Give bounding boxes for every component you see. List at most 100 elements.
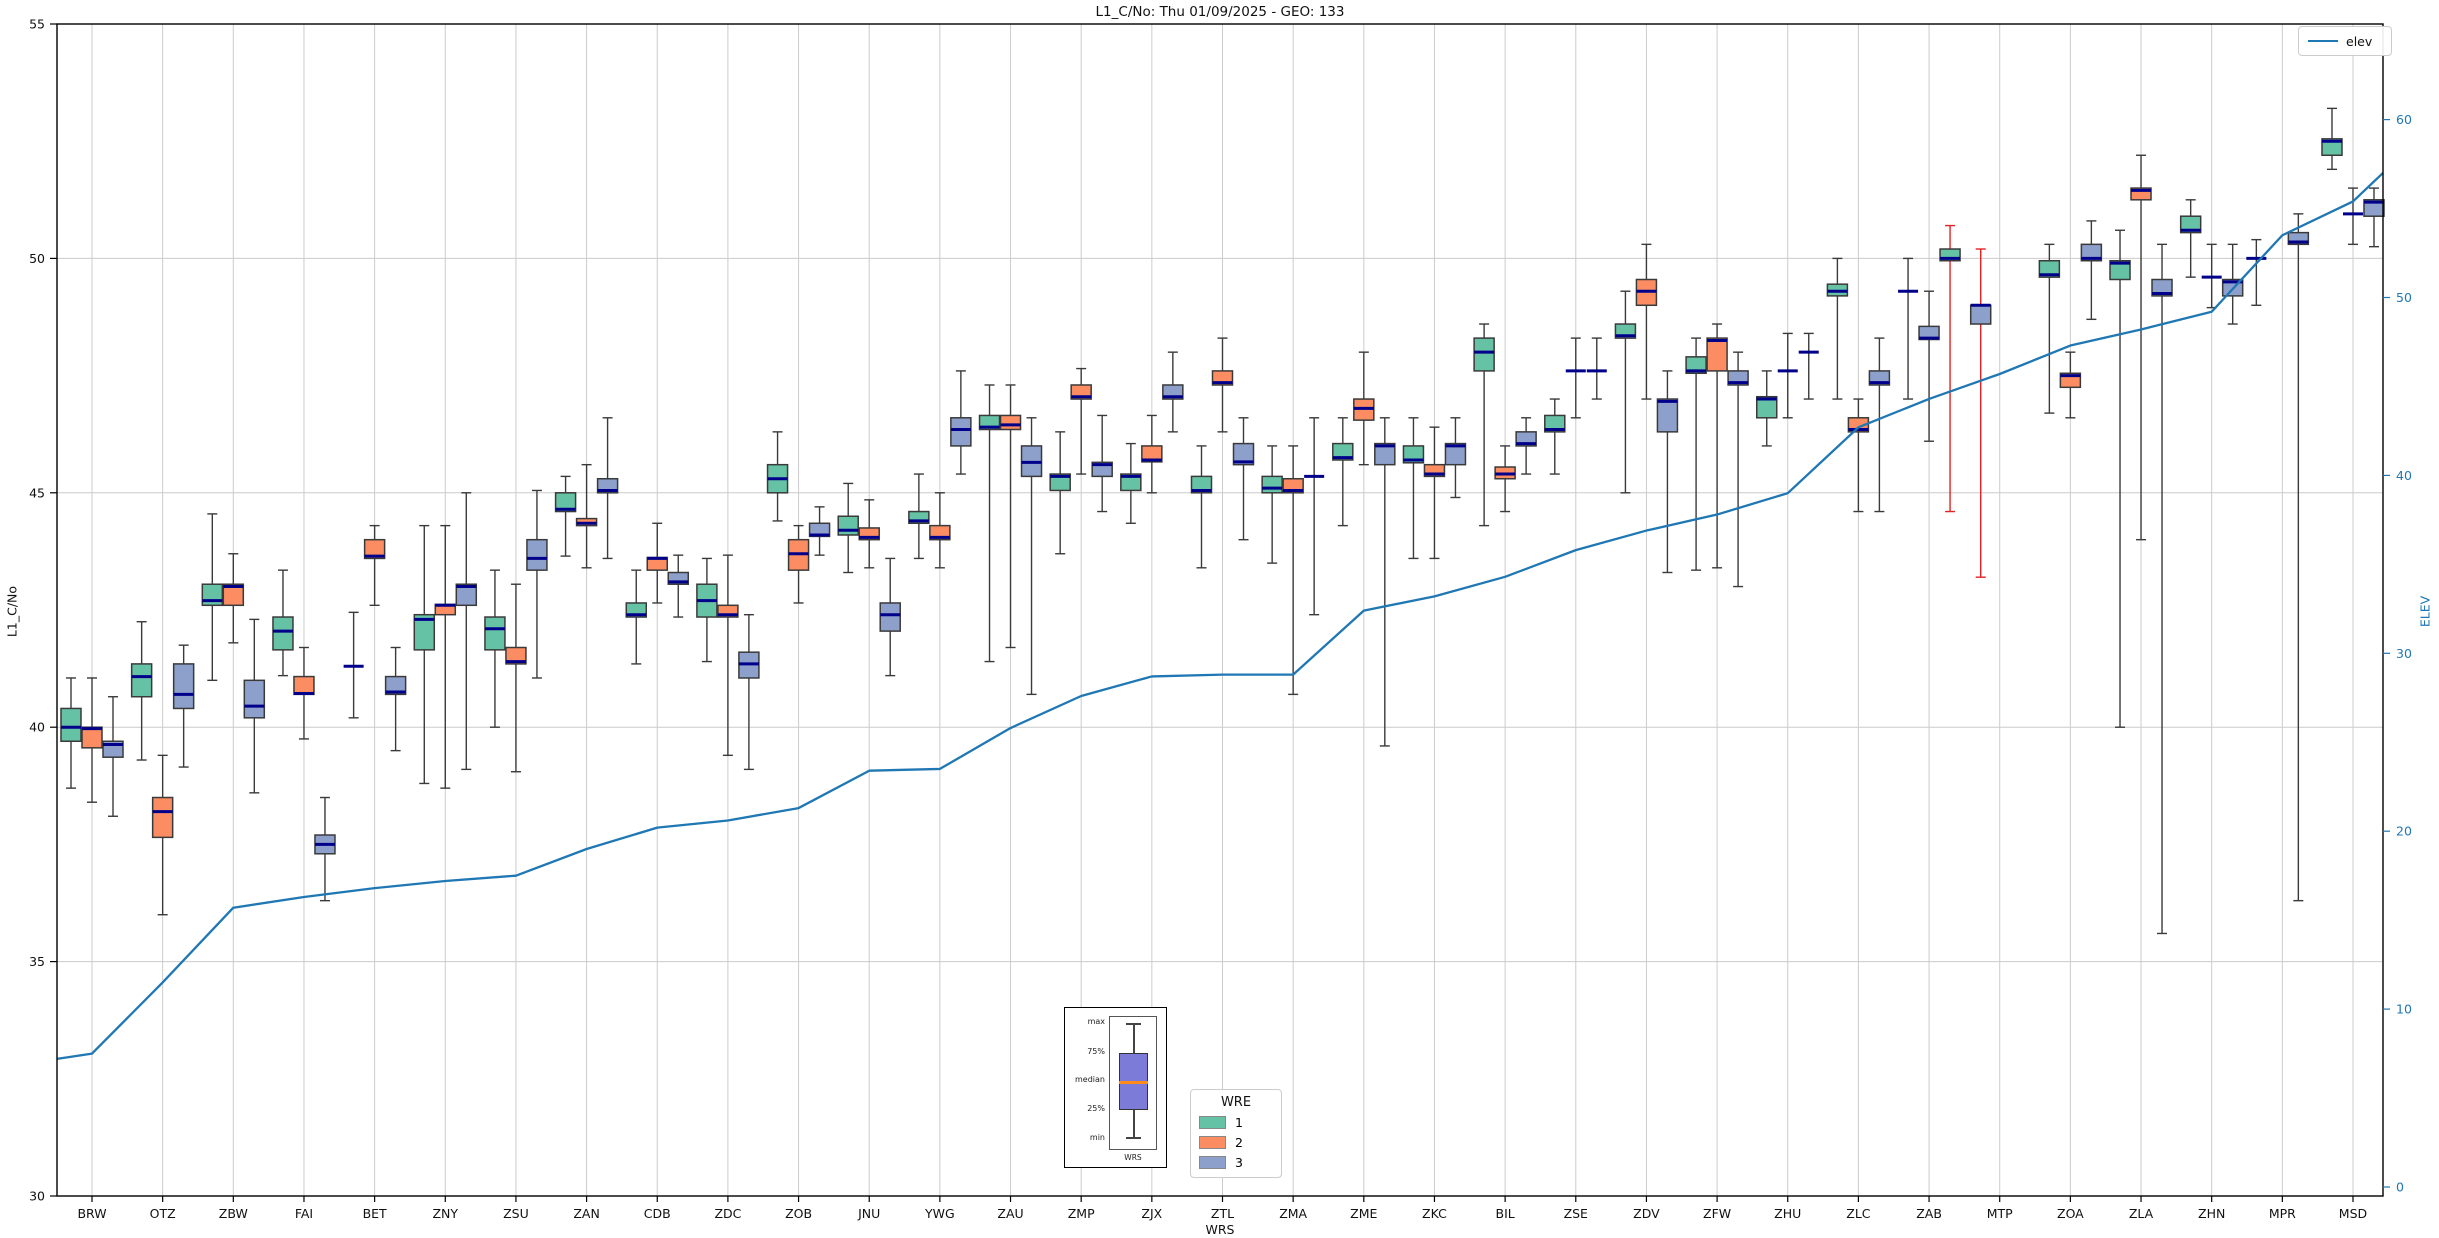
boxplot-ZTL-wre1 bbox=[1190, 445, 1213, 569]
boxplot-FAI-wre2 bbox=[293, 646, 315, 740]
x-tick-ZLC: ZLC bbox=[1846, 1206, 1871, 1221]
x-tick-ZAN: ZAN bbox=[573, 1206, 599, 1221]
x-tick-ZAB: ZAB bbox=[1916, 1206, 1942, 1221]
boxplot-ZMP-wre2 bbox=[1070, 367, 1092, 475]
x-tick-ZOB: ZOB bbox=[785, 1206, 812, 1221]
wre-3-swatch bbox=[1199, 1156, 1226, 1169]
boxplot-ZMA-wre3 bbox=[1304, 417, 1325, 616]
x-tick-ZJX: ZJX bbox=[1141, 1206, 1162, 1221]
elev-line-icon bbox=[2308, 40, 2338, 42]
inset-axes bbox=[1109, 1016, 1157, 1150]
boxplot-ZAU-wre3 bbox=[1020, 417, 1043, 696]
boxplot-ZNY-wre2 bbox=[434, 524, 457, 789]
boxplot-CDB-wre3 bbox=[667, 554, 689, 618]
wre-3-label: 3 bbox=[1235, 1155, 1243, 1170]
inset-label-25: 25% bbox=[1087, 1104, 1105, 1113]
boxplot-MSD-wre1 bbox=[2321, 107, 2343, 171]
plot-border bbox=[56, 23, 2384, 1197]
boxplot-ZDC-wre1 bbox=[696, 557, 718, 663]
boxplot-ZSU-wre1 bbox=[484, 569, 506, 728]
y-axis-right-ticks: 0 10 20 30 40 50 60 bbox=[2383, 112, 2412, 1195]
x-tick-MSD: MSD bbox=[2339, 1206, 2367, 1221]
boxplot-YWG-wre3 bbox=[950, 370, 972, 475]
wre-2-label: 2 bbox=[1235, 1135, 1243, 1150]
x-tick-ZHU: ZHU bbox=[1774, 1206, 1801, 1221]
boxplot-MTP-wre3 bbox=[1969, 248, 1992, 578]
boxplot-ZFW-wre2 bbox=[1706, 323, 1728, 569]
legend-elev-label: elev bbox=[2346, 33, 2373, 49]
boxplot-ZDV-wre3 bbox=[1656, 370, 1679, 574]
legend-wre-item-3: 3 bbox=[1199, 1155, 1273, 1170]
x-tick-ZMP: ZMP bbox=[1068, 1206, 1095, 1221]
boxplot-ZAB-wre3 bbox=[1918, 290, 1940, 442]
boxplot-BIL-wre2 bbox=[1494, 445, 1516, 513]
boxplot-ZAN-wre2 bbox=[575, 463, 598, 569]
inset-median-line bbox=[1119, 1081, 1148, 1084]
svg-text:30: 30 bbox=[2396, 646, 2412, 661]
boxplot-ZHN-wre2 bbox=[2201, 243, 2222, 309]
x-tick-ZAU: ZAU bbox=[997, 1206, 1023, 1221]
x-tick-FAI: FAI bbox=[295, 1206, 313, 1221]
y-axis-label-left: L1_C/No bbox=[4, 585, 20, 638]
svg-text:20: 20 bbox=[2396, 824, 2412, 839]
x-tick-ZLA: ZLA bbox=[2129, 1206, 2154, 1221]
svg-text:35: 35 bbox=[29, 954, 45, 969]
y-axis-left-ticks: 30 35 40 45 50 55 bbox=[29, 17, 57, 1204]
boxplot-ZTL-wre3 bbox=[1232, 417, 1255, 541]
boxplot-ZMA-wre2 bbox=[1282, 445, 1304, 696]
x-tick-ZNY: ZNY bbox=[432, 1206, 458, 1221]
boxplot-ZAN-wre3 bbox=[596, 417, 619, 560]
boxplot-MSD-wre2 bbox=[2342, 187, 2363, 246]
boxplot-ZJX-wre1 bbox=[1120, 442, 1142, 524]
boxplot-YWG-wre2 bbox=[929, 492, 951, 569]
legend-wre: WRE 1 2 3 bbox=[1190, 1089, 1282, 1178]
x-tick-ZDC: ZDC bbox=[714, 1206, 741, 1221]
boxplot-ZLA-wre3 bbox=[2151, 243, 2173, 935]
wre-1-label: 1 bbox=[1235, 1115, 1243, 1130]
boxplot-ZBW-wre2 bbox=[222, 553, 245, 644]
svg-text:55: 55 bbox=[29, 17, 45, 32]
boxplot-OTZ-wre1 bbox=[130, 621, 153, 761]
svg-text:50: 50 bbox=[29, 251, 45, 266]
inset-label-min: min bbox=[1089, 1133, 1105, 1142]
boxplot-ZDC-wre3 bbox=[738, 613, 760, 771]
boxplot-MPR-wre3 bbox=[2287, 213, 2310, 902]
chart-container: 30 35 40 45 50 55 0 10 20 30 40 50 60 BRW OTZ ZBW FAI BET… bbox=[0, 0, 2439, 1238]
boxplot-MSD-wre3 bbox=[2363, 187, 2385, 248]
boxplot-ZDV-wre1 bbox=[1614, 290, 1637, 494]
boxplot-FAI-wre1 bbox=[272, 569, 294, 677]
svg-text:50: 50 bbox=[2396, 290, 2412, 305]
svg-text:40: 40 bbox=[2396, 468, 2412, 483]
boxplot-ZFW-wre1 bbox=[1685, 337, 1707, 571]
x-tick-BRW: BRW bbox=[77, 1206, 106, 1221]
boxplot-ZHN-wre3 bbox=[2221, 243, 2244, 325]
legend-wre-items: 1 2 3 bbox=[1199, 1115, 1273, 1170]
boxplot-ZAN-wre1 bbox=[554, 475, 577, 557]
boxplot-BET-wre2 bbox=[363, 524, 386, 607]
boxplot-BIL-wre3 bbox=[1515, 417, 1537, 475]
boxplot-BIL-wre1 bbox=[1473, 323, 1495, 527]
x-tick-JNU: JNU bbox=[857, 1206, 880, 1221]
boxplot-ZSE-wre3 bbox=[1586, 337, 1607, 400]
x-tick-ZSE: ZSE bbox=[1564, 1206, 1588, 1221]
svg-text:45: 45 bbox=[29, 485, 45, 500]
boxplot-JNU-wre3 bbox=[879, 557, 901, 677]
boxplot-chart: 30 35 40 45 50 55 0 10 20 30 40 50 60 BRW OTZ ZBW FAI BET… bbox=[29, 17, 2412, 1222]
boxplot-ZME-wre2 bbox=[1353, 351, 1375, 466]
boxplot-ZKC-wre3 bbox=[1444, 417, 1467, 499]
x-tick-ZKC: ZKC bbox=[1422, 1206, 1447, 1221]
elev-line bbox=[56, 172, 2384, 1061]
boxplot-ZNY-wre1 bbox=[413, 524, 436, 785]
boxplot-ZME-wre1 bbox=[1332, 417, 1354, 527]
x-tick-ZTL: ZTL bbox=[1211, 1206, 1234, 1221]
svg-text:10: 10 bbox=[2396, 1002, 2412, 1017]
boxplot-FAI-wre3 bbox=[314, 796, 336, 902]
boxplot-ZMA-wre1 bbox=[1261, 445, 1283, 564]
boxplot-BRW-wre2 bbox=[81, 677, 103, 803]
boxplot-ZDC-wre2 bbox=[717, 554, 739, 757]
x-tick-CDB: CDB bbox=[644, 1206, 671, 1221]
boxplot-JNU-wre1 bbox=[837, 482, 859, 574]
boxplot-ZHU-wre2 bbox=[1777, 332, 1798, 419]
legend-wre-title: WRE bbox=[1220, 1095, 1252, 1110]
wre-2-swatch bbox=[1199, 1136, 1226, 1149]
